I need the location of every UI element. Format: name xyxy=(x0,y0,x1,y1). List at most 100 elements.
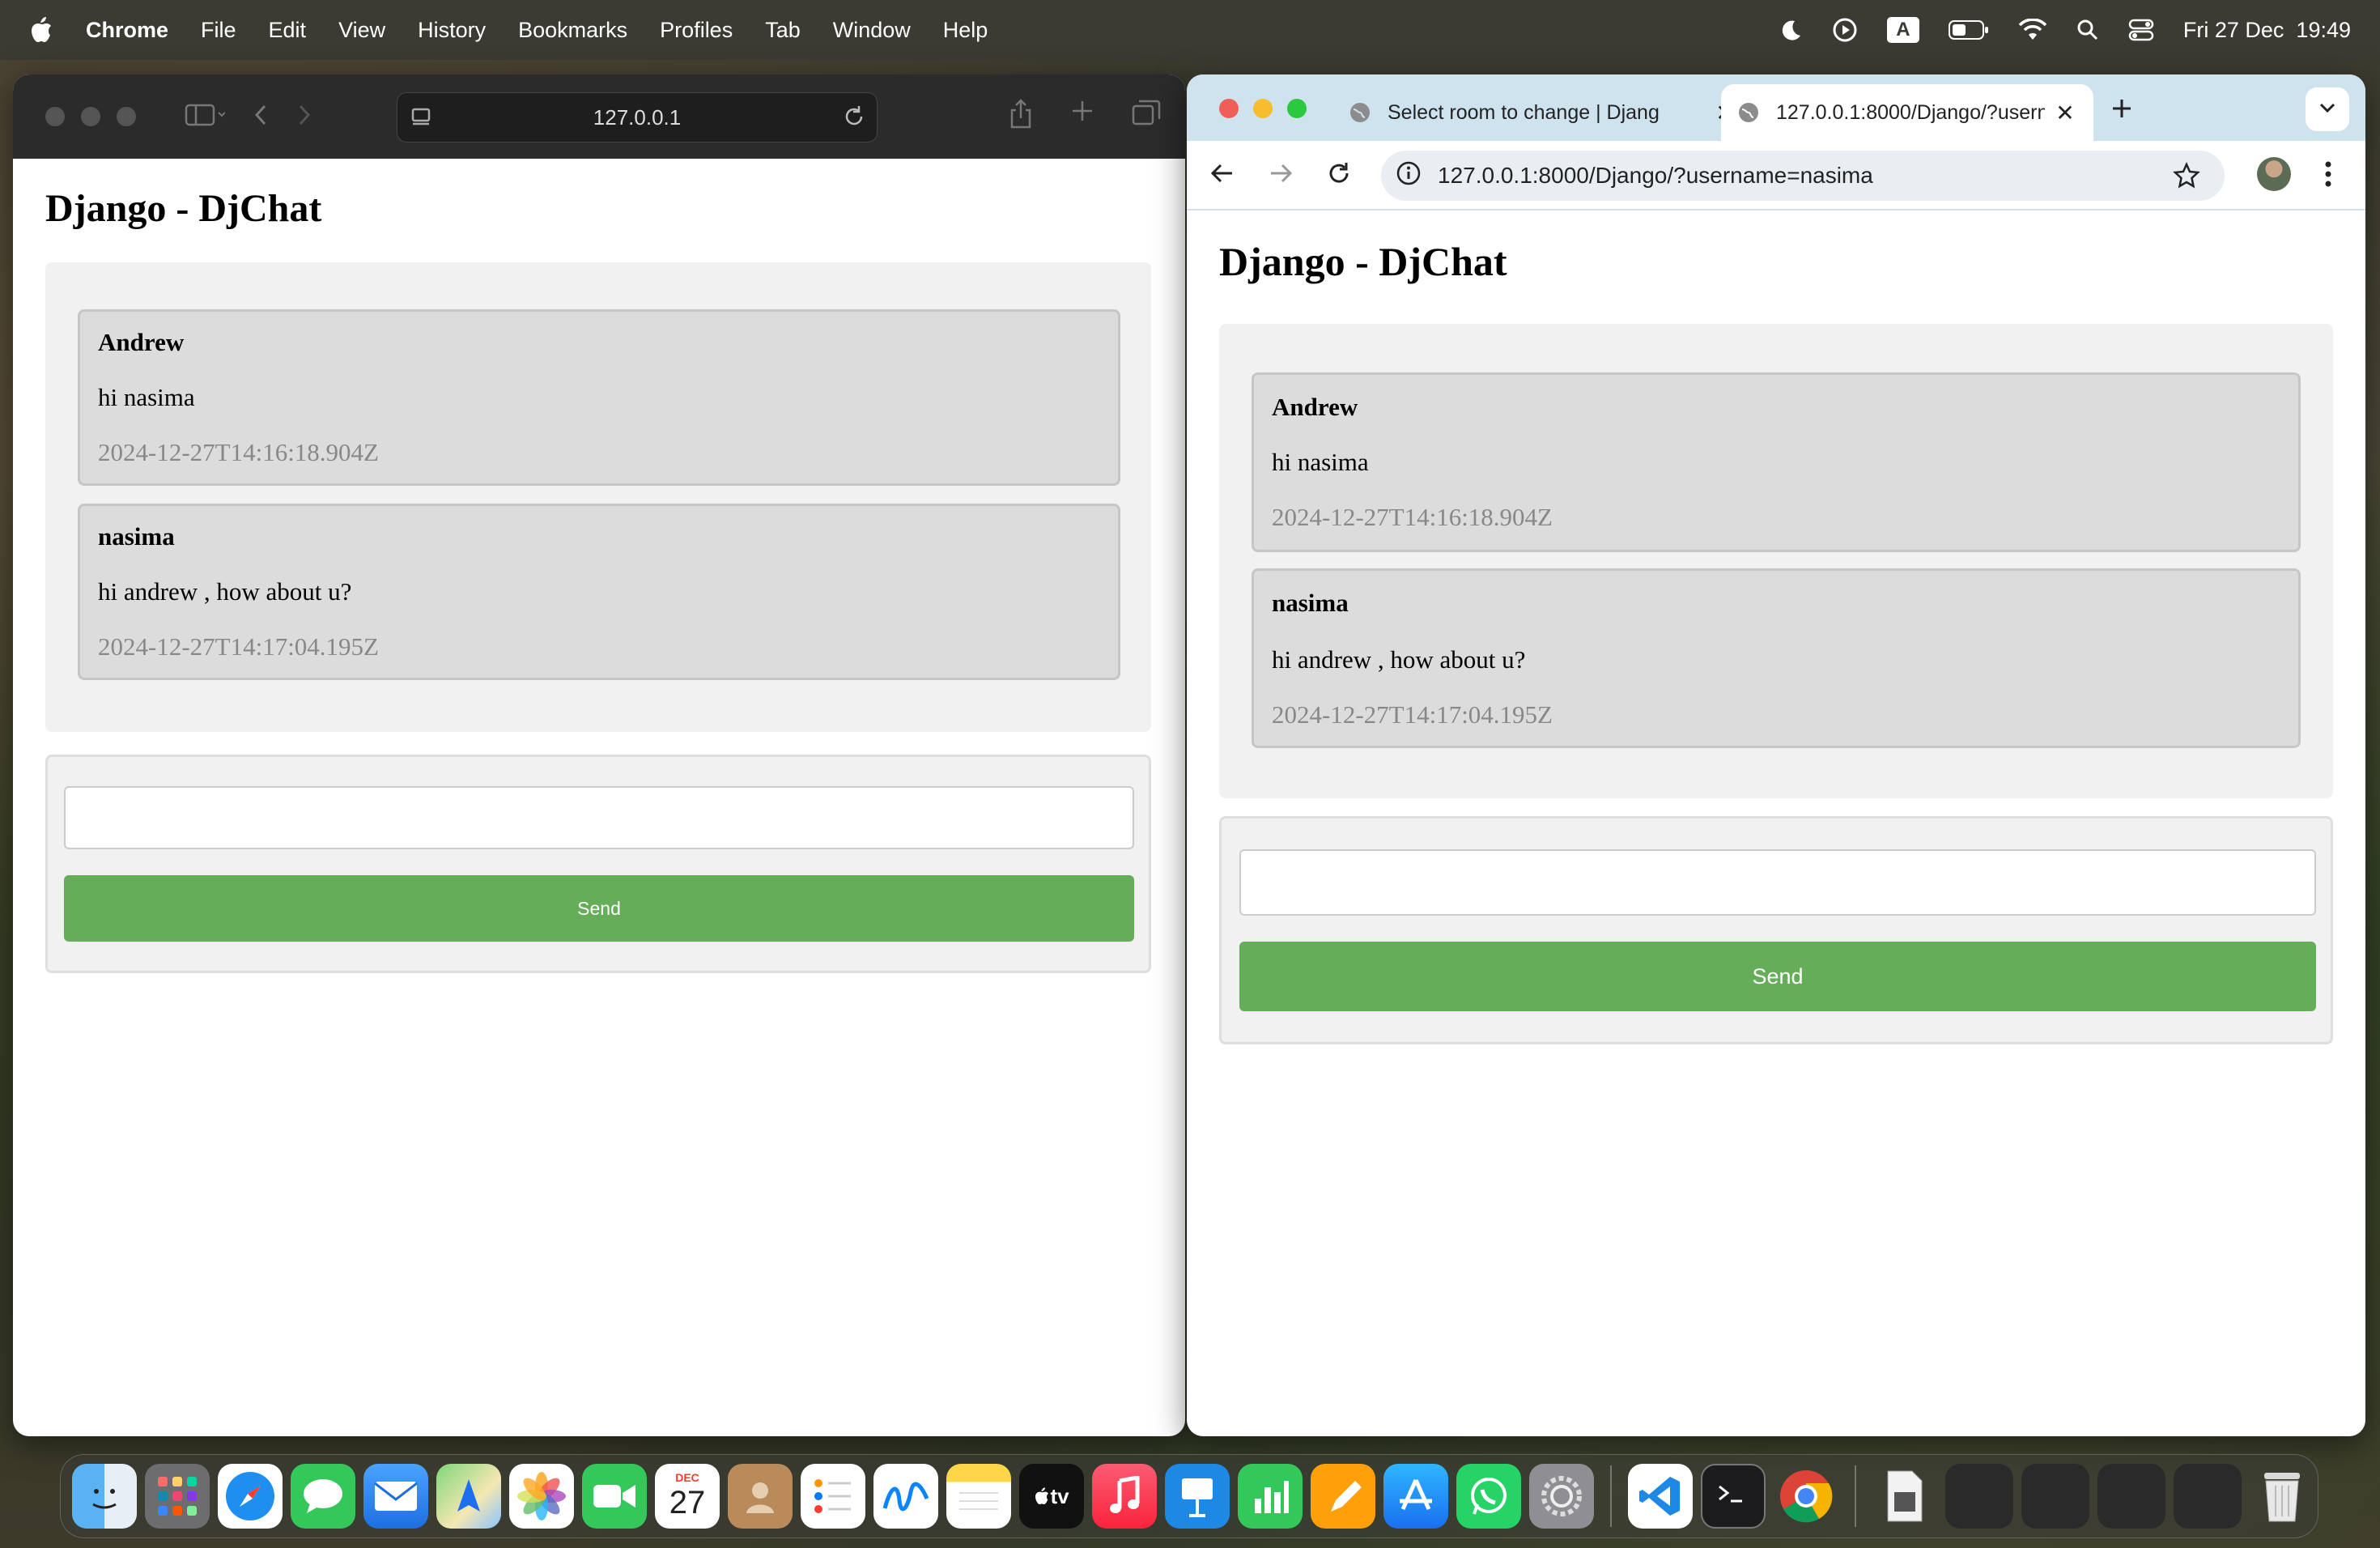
freeform-icon[interactable] xyxy=(873,1464,938,1529)
music-icon[interactable] xyxy=(1092,1464,1157,1529)
chrome-address-bar[interactable]: 127.0.0.1:8000/Django/?username=nasima xyxy=(1381,151,2225,201)
new-tab-button[interactable] xyxy=(2110,94,2134,129)
chat-message: Andrew hi nasima 2024-12-27T14:16:18.904… xyxy=(1252,372,2301,552)
page-title: Django - DjChat xyxy=(45,187,322,230)
menu-view[interactable]: View xyxy=(338,18,385,43)
minimized-window-icon[interactable] xyxy=(2021,1464,2089,1529)
safari-address-bar[interactable]: 127.0.0.1 xyxy=(397,92,878,142)
chat-log: Andrew hi nasima 2024-12-27T14:16:18.904… xyxy=(45,262,1151,732)
forward-arrow-icon[interactable] xyxy=(296,103,312,131)
input-source-icon[interactable]: A xyxy=(1886,17,1919,43)
forward-arrow-icon[interactable] xyxy=(1266,159,1295,192)
reload-icon[interactable] xyxy=(1324,159,1354,192)
message-timestamp: 2024-12-27T14:17:04.195Z xyxy=(98,632,379,661)
spotlight-search-icon[interactable] xyxy=(2076,19,2099,41)
send-button[interactable]: Send xyxy=(64,875,1134,942)
calendar-day: 27 xyxy=(669,1485,706,1520)
menu-app-name[interactable]: Chrome xyxy=(86,18,168,43)
zoom-window-button[interactable] xyxy=(1287,99,1307,118)
chat-form: Send xyxy=(45,755,1151,973)
battery-icon[interactable] xyxy=(1948,19,1989,40)
minimize-window-button[interactable] xyxy=(1253,99,1273,118)
safari-icon[interactable] xyxy=(218,1464,283,1529)
minimized-window-icon[interactable] xyxy=(1945,1464,2013,1529)
maps-icon[interactable] xyxy=(436,1464,501,1529)
more-options-icon[interactable] xyxy=(2323,159,2333,194)
menu-tab[interactable]: Tab xyxy=(765,18,801,43)
apple-tv-icon[interactable]: tv xyxy=(1019,1464,1084,1529)
globe-icon xyxy=(1349,101,1371,124)
message-author: Andrew xyxy=(1272,393,1358,421)
contacts-icon[interactable] xyxy=(728,1464,793,1529)
close-window-button[interactable] xyxy=(45,107,65,126)
focus-moon-icon[interactable] xyxy=(1779,18,1803,42)
message-timestamp: 2024-12-27T14:16:18.904Z xyxy=(1272,503,1553,531)
close-tab-icon[interactable]: ✕ xyxy=(2053,100,2077,126)
document-icon[interactable] xyxy=(1872,1464,1937,1529)
message-input[interactable] xyxy=(64,786,1134,849)
reminders-icon[interactable] xyxy=(801,1464,865,1529)
tab-djchat[interactable]: 127.0.0.1:8000/Django/?usern ✕ xyxy=(1721,84,2093,141)
tab-overview-icon[interactable] xyxy=(1132,99,1161,134)
safari-toolbar: 127.0.0.1 xyxy=(13,74,1185,159)
tv-label: tv xyxy=(1050,1483,1069,1508)
reload-icon[interactable] xyxy=(843,104,865,134)
menu-edit[interactable]: Edit xyxy=(269,18,307,43)
menu-history[interactable]: History xyxy=(418,18,486,43)
message-input[interactable] xyxy=(1239,849,2316,916)
photos-icon[interactable] xyxy=(509,1464,574,1529)
chat-form: Send xyxy=(1219,816,2333,1044)
messages-icon[interactable] xyxy=(291,1464,355,1529)
chat-message: nasima hi andrew , how about u? 2024-12-… xyxy=(1252,568,2301,748)
whatsapp-icon[interactable] xyxy=(1456,1464,1521,1529)
control-center-icon[interactable] xyxy=(2128,18,2154,42)
sidebar-toggle-icon[interactable] xyxy=(185,103,226,131)
keynote-icon[interactable] xyxy=(1165,1464,1230,1529)
launchpad-icon[interactable] xyxy=(145,1464,210,1529)
chrome-icon[interactable] xyxy=(1774,1464,1838,1529)
minimized-window-icon[interactable] xyxy=(2174,1464,2242,1529)
now-playing-icon[interactable] xyxy=(1832,17,1858,43)
share-icon[interactable] xyxy=(1009,99,1033,134)
menu-profiles[interactable]: Profiles xyxy=(660,18,733,43)
minimized-window-icon[interactable] xyxy=(2097,1464,2165,1529)
numbers-icon[interactable] xyxy=(1238,1464,1303,1529)
zoom-window-button[interactable] xyxy=(117,107,136,126)
menu-bar: Chrome File Edit View History Bookmarks … xyxy=(0,0,2380,60)
facetime-icon[interactable] xyxy=(582,1464,647,1529)
app-store-icon[interactable] xyxy=(1383,1464,1448,1529)
minimize-window-button[interactable] xyxy=(81,107,100,126)
back-arrow-icon[interactable] xyxy=(253,103,269,131)
pages-icon[interactable] xyxy=(1311,1464,1375,1529)
send-button[interactable]: Send xyxy=(1239,942,2316,1011)
back-arrow-icon[interactable] xyxy=(1208,159,1237,192)
message-author: Andrew xyxy=(98,328,185,356)
system-settings-icon[interactable] xyxy=(1529,1464,1594,1529)
menu-file[interactable]: File xyxy=(201,18,236,43)
chrome-window: Select room to change | Djang ✕ 127.0.0.… xyxy=(1187,74,2365,1436)
new-tab-icon[interactable] xyxy=(1070,99,1094,134)
menu-bookmarks[interactable]: Bookmarks xyxy=(518,18,627,43)
menu-help[interactable]: Help xyxy=(943,18,988,43)
apple-menu-icon[interactable] xyxy=(29,16,62,44)
profile-avatar[interactable] xyxy=(2257,157,2291,191)
calendar-month: DEC xyxy=(675,1471,699,1484)
terminal-icon[interactable] xyxy=(1701,1464,1766,1529)
site-info-icon[interactable] xyxy=(1396,160,1422,192)
vscode-icon[interactable] xyxy=(1628,1464,1693,1529)
mail-icon[interactable] xyxy=(363,1464,428,1529)
tab-title: Select room to change | Djang xyxy=(1388,100,1660,124)
tab-search-button[interactable] xyxy=(2306,87,2349,131)
tab-select-room[interactable]: Select room to change | Djang ✕ xyxy=(1332,84,1753,141)
menubar-clock[interactable]: Fri 27 Dec 19:49 xyxy=(2183,18,2351,43)
menu-window[interactable]: Window xyxy=(833,18,911,43)
chrome-toolbar: 127.0.0.1:8000/Django/?username=nasima xyxy=(1187,141,2365,211)
wifi-icon[interactable] xyxy=(2018,19,2047,41)
notes-icon[interactable] xyxy=(946,1464,1011,1529)
bookmark-star-icon[interactable] xyxy=(2173,161,2200,195)
trash-icon[interactable] xyxy=(2250,1464,2314,1529)
close-window-button[interactable] xyxy=(1219,99,1239,118)
page-settings-icon[interactable] xyxy=(410,106,431,133)
finder-icon[interactable] xyxy=(72,1464,137,1529)
calendar-icon[interactable]: DEC 27 xyxy=(655,1464,720,1529)
